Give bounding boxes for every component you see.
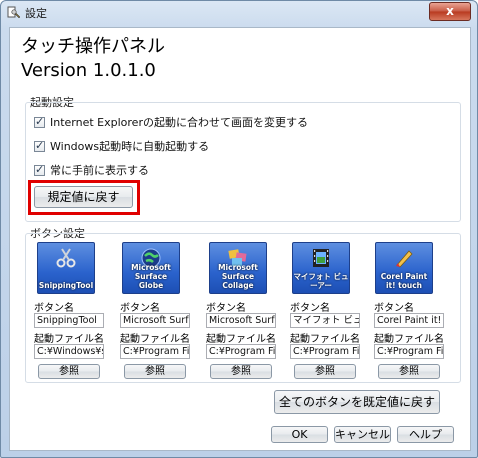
launch-file-field-3[interactable]: C:¥Program File <box>206 344 276 359</box>
button-name-label: ボタン名 <box>290 303 330 314</box>
settings-app-icon <box>7 6 21 19</box>
window-title: 設定 <box>25 7 47 20</box>
launch-file-field-2[interactable]: C:¥Program File <box>120 344 190 359</box>
scissors-icon <box>56 248 76 268</box>
button-tile-my-photo-viewer[interactable]: マイフォト ビューアー <box>292 242 350 294</box>
button-name-label: ボタン名 <box>120 303 160 314</box>
help-button[interactable]: ヘルプ <box>397 426 454 443</box>
button-tile-snippingtool[interactable]: SnippingTool <box>37 242 95 294</box>
button-name-field-1[interactable]: SnippingTool <box>34 313 104 328</box>
ie-sync-checkbox[interactable] <box>34 115 45 128</box>
button-name-field-4[interactable]: マイフォト ビューア <box>290 313 360 328</box>
button-name-field-2[interactable]: Microsoft Surfac <box>120 313 190 328</box>
always-on-top-checkbox[interactable] <box>34 163 45 176</box>
button-name-label: ボタン名 <box>206 303 246 314</box>
title-bar[interactable]: 設定 x <box>1 1 477 23</box>
button-tile-corel-paint[interactable]: Corel Paint it! touch <box>375 242 433 294</box>
launch-file-label: 起動ファイル名 <box>206 334 276 345</box>
launch-file-field-4[interactable]: C:¥Program File <box>290 344 360 359</box>
launch-file-label: 起動ファイル名 <box>290 334 360 345</box>
launch-file-label: 起動ファイル名 <box>34 334 104 345</box>
launch-file-label: 起動ファイル名 <box>120 334 190 345</box>
button-name-label: ボタン名 <box>34 303 74 314</box>
button-name-label: ボタン名 <box>374 303 414 314</box>
highlight-frame <box>28 180 140 215</box>
browse-button-5[interactable]: 参照 <box>378 364 440 379</box>
settings-window: 設定 x タッチ操作パネル Version 1.0.1.0 起動設定 Inter… <box>0 0 478 458</box>
app-title-name: タッチ操作パネル <box>21 36 165 57</box>
autostart-checkbox-row[interactable]: Windows起動時に自動起動する <box>34 138 209 154</box>
tile-label: Microsoft Surface Collage <box>218 263 258 290</box>
launch-file-field-5[interactable]: C:¥Program File <box>374 344 444 359</box>
cancel-button[interactable]: キャンセル <box>334 426 391 443</box>
tile-label: Corel Paint it! touch <box>380 272 428 290</box>
close-button[interactable]: x <box>429 2 471 21</box>
app-version: Version 1.0.1.0 <box>21 60 156 81</box>
browse-button-1[interactable]: 参照 <box>38 364 100 379</box>
reset-all-buttons-button[interactable]: 全てのボタンを既定値に戻す <box>274 390 440 414</box>
tile-label: Microsoft Surface Globe <box>131 263 171 290</box>
tile-label: SnippingTool <box>38 281 94 290</box>
tile-label: マイフォト ビューアー <box>293 272 349 290</box>
ie-sync-checkbox-row[interactable]: Internet Explorerの起動に合わせて画面を変更する <box>34 114 308 130</box>
autostart-label: Windows起動時に自動起動する <box>50 140 210 153</box>
button-name-field-5[interactable]: Corel Paint it! to <box>374 313 444 328</box>
launch-file-field-1[interactable]: C:¥Windows¥sys <box>34 344 104 359</box>
browse-button-4[interactable]: 参照 <box>294 364 356 379</box>
app-title: タッチ操作パネル Version 1.0.1.0 <box>21 35 165 83</box>
film-icon <box>313 249 329 267</box>
button-tile-surface-globe[interactable]: Microsoft Surface Globe <box>122 242 180 294</box>
button-name-field-3[interactable]: Microsoft Surfac <box>206 313 276 328</box>
dialog-body: タッチ操作パネル Version 1.0.1.0 起動設定 Internet E… <box>9 27 471 451</box>
ie-sync-label: Internet Explorerの起動に合わせて画面を変更する <box>50 116 308 129</box>
always-on-top-label: 常に手前に表示する <box>50 164 149 177</box>
button-tile-surface-collage[interactable]: Microsoft Surface Collage <box>209 242 267 294</box>
autostart-checkbox[interactable] <box>34 139 45 152</box>
paint-icon <box>396 250 413 268</box>
browse-button-2[interactable]: 参照 <box>124 364 186 379</box>
ok-button[interactable]: OK <box>271 426 328 443</box>
launch-file-label: 起動ファイル名 <box>374 334 444 345</box>
always-on-top-checkbox-row[interactable]: 常に手前に表示する <box>34 162 149 178</box>
browse-button-3[interactable]: 参照 <box>210 364 272 379</box>
